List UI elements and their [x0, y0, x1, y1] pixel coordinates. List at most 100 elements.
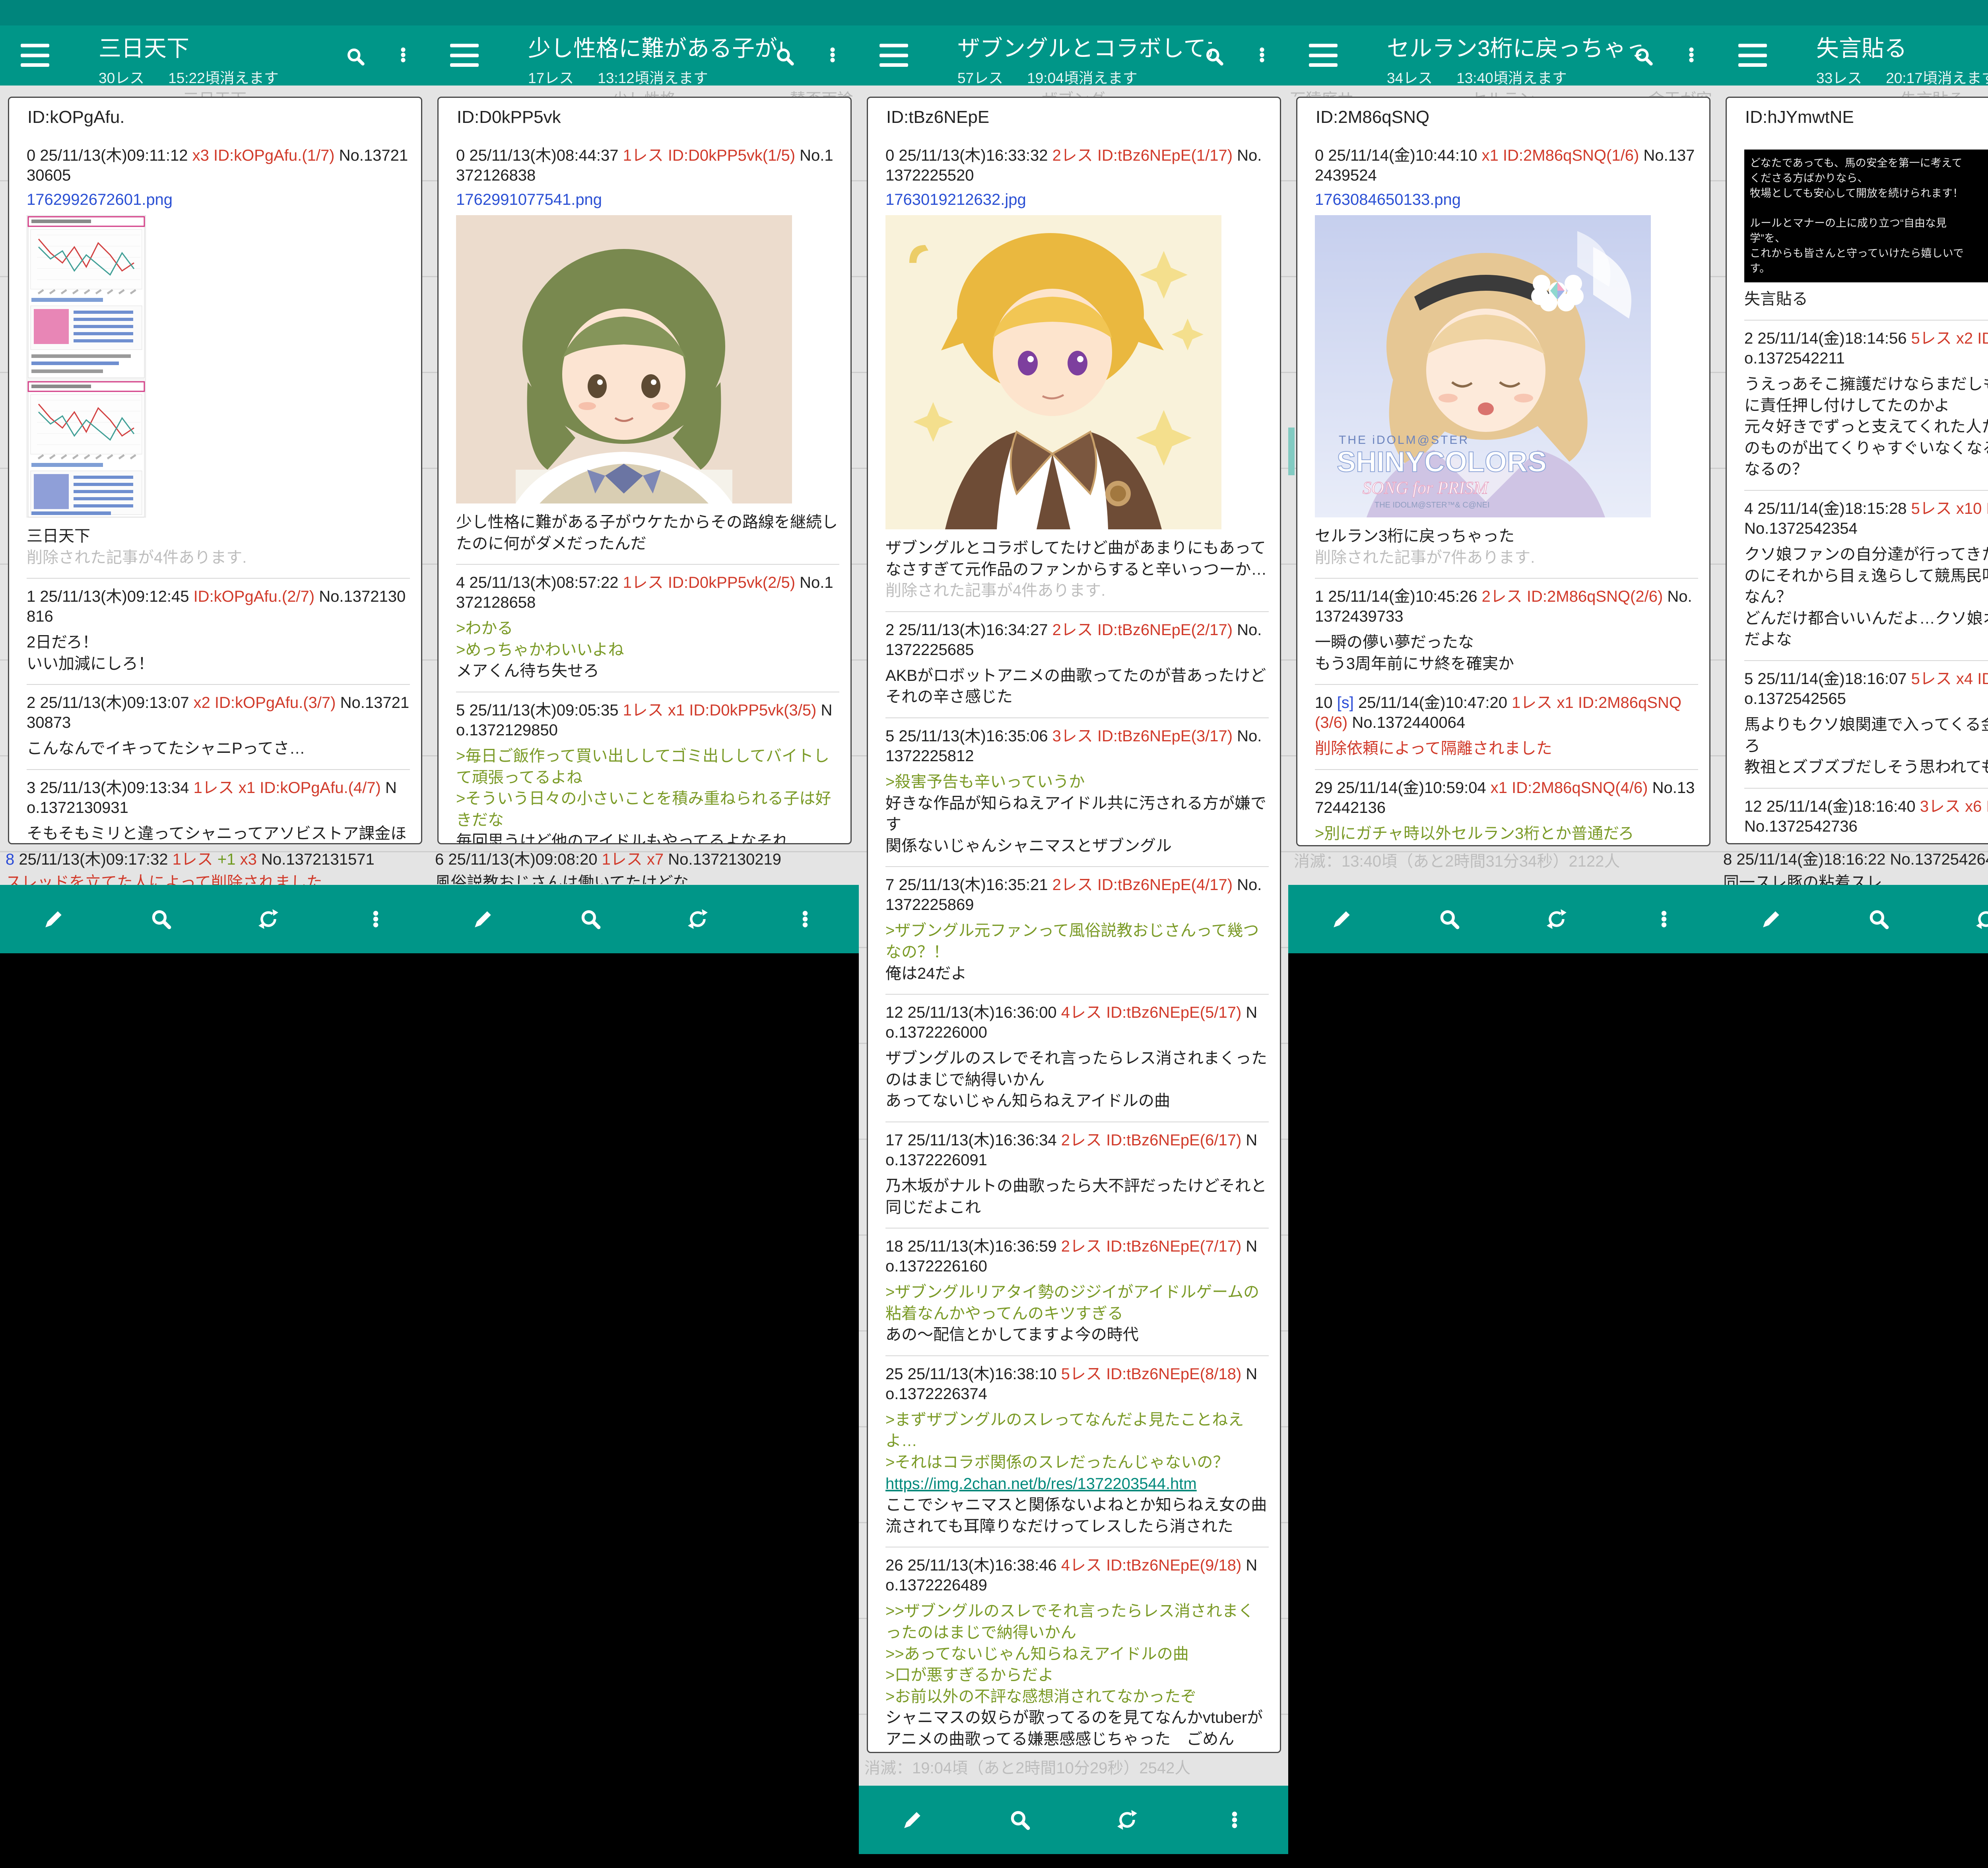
post[interactable]: 4 25/11/13(木)08:57:22 1レス ID:D0kPP5vk(2/… — [456, 564, 839, 692]
post-header-seg: No.1372542736 — [1744, 818, 1858, 835]
search-icon[interactable] — [1007, 1807, 1033, 1833]
post-image-farm-statement[interactable]: どなたであっても、馬の安全を第一に考えてくださる方ばかりなら、牧場としても安心し… — [1744, 150, 1988, 282]
post[interactable]: 0 25/11/14(金)10:44:10 x1 ID:2M86qSNQ(1/6… — [1315, 138, 1698, 578]
post[interactable]: 1 25/11/13(木)09:12:45 ID:kOPgAfu.(2/7) N… — [27, 578, 410, 684]
post-body: >まずザブングルのスレってなんだよ見たことねえよ…>それはコラボ関係のスレだった… — [885, 1409, 1269, 1538]
search-icon[interactable] — [775, 46, 795, 69]
image-text-line: 学”を、 — [1750, 231, 1988, 246]
post[interactable]: 5 25/11/13(木)09:05:35 1レス x1 ID:D0kPP5vk… — [456, 692, 839, 844]
menu-icon[interactable] — [21, 44, 49, 67]
post[interactable]: 5 25/11/13(木)16:35:06 3レス ID:tBz6NEpE(3/… — [885, 717, 1269, 866]
deleted-post-line[interactable]: 同一スレ豚の粘着スレ — [1723, 872, 1988, 885]
more-icon[interactable] — [1252, 45, 1272, 67]
thread-subtitle: 34レス13:40頃消えます — [1387, 66, 1641, 87]
post-header-seg: ID:kOPgAfu.(2/7) — [194, 588, 319, 605]
post[interactable]: どなたであっても、馬の安全を第一に考えてくださる方ばかりなら、牧場としても安心し… — [1744, 138, 1988, 320]
search-icon[interactable] — [1633, 46, 1654, 69]
post-header-seg: ID:tBz6NEpE(7/17) — [1106, 1238, 1246, 1255]
post-header-seg: 2レス — [1052, 147, 1097, 164]
scroll-indicator[interactable] — [1288, 428, 1295, 475]
refresh-icon[interactable] — [1114, 1807, 1140, 1833]
search-icon[interactable] — [578, 906, 603, 932]
post-body-line: >わかる — [456, 618, 839, 640]
compose-icon[interactable] — [41, 906, 66, 932]
post-header-seg: 4 25/11/14(金)18:15:28 — [1744, 500, 1911, 517]
post-image[interactable] — [27, 215, 410, 519]
deleted-post-seg: No.1372130219 — [668, 851, 781, 868]
post[interactable]: 2 25/11/14(金)18:14:56 5レス x2 ID:hJYmwtNE… — [1744, 320, 1988, 490]
compose-icon[interactable] — [1759, 906, 1784, 932]
deleted-post-line[interactable]: スレッドを立てた人によって削除されました — [6, 872, 424, 885]
post[interactable]: 12 25/11/14(金)18:16:40 3レス x6 ID:hJYmwtN… — [1744, 788, 1988, 844]
post[interactable]: 5 25/11/14(金)18:16:07 5レス x4 ID:hJYmwtNE… — [1744, 660, 1988, 788]
deleted-post-seg: スレッドを立てた人によって削除されました — [6, 874, 322, 885]
post-image-girl-green[interactable] — [456, 215, 792, 503]
post-image[interactable] — [456, 215, 839, 505]
more-icon[interactable] — [792, 906, 818, 932]
file-link[interactable]: 1763019212632.jpg — [885, 191, 1026, 209]
menu-icon[interactable] — [879, 44, 908, 67]
refresh-icon[interactable] — [1973, 906, 1988, 932]
deleted-post-line[interactable]: 8 25/11/13(木)09:17:32 1レス +1 x3 No.13721… — [6, 849, 424, 870]
more-icon[interactable] — [363, 906, 388, 932]
post[interactable]: 12 25/11/13(木)16:36:00 4レス ID:tBz6NEpE(5… — [885, 994, 1269, 1122]
post-image[interactable]: THE iDOLM@STERSHINYCOLORSSONG for PRISMT… — [1315, 215, 1698, 519]
post[interactable]: 7 25/11/13(木)16:35:21 2レス ID:tBz6NEpE(4/… — [885, 866, 1269, 994]
more-icon[interactable] — [1681, 45, 1702, 67]
post[interactable]: 2 25/11/13(木)16:34:27 2レス ID:tBz6NEpE(2/… — [885, 611, 1269, 717]
file-link[interactable]: 1763084650133.png — [1315, 191, 1461, 209]
post[interactable]: 0 25/11/13(木)08:44:37 1レス ID:D0kPP5vk(1/… — [456, 138, 839, 564]
refresh-icon[interactable] — [1544, 906, 1569, 932]
deleted-post-line[interactable]: 8 25/11/14(金)18:16:22 No.1372542640 — [1723, 849, 1988, 870]
post-image-boy-blond[interactable] — [885, 215, 1221, 529]
refresh-icon[interactable] — [256, 906, 281, 932]
thread-title-text: 少し性格に難がある子がウケ… — [528, 36, 782, 61]
post-body-line: 2日だろ！ — [27, 632, 410, 653]
background-thread-titles: 失言貼る共食い — [1718, 86, 1988, 97]
file-link[interactable]: 1762992672601.png — [27, 191, 173, 209]
search-icon[interactable] — [1204, 46, 1225, 69]
deleted-post-line[interactable]: 風俗説教おじさんは働いてたけどな — [435, 872, 853, 884]
post[interactable]: 3 25/11/13(木)09:13:34 1レス x1 ID:kOPgAfu.… — [27, 769, 410, 844]
title-box: セルラン3桁に戻っちゃった34レス13:40頃消えます — [1387, 30, 1641, 87]
post-image[interactable] — [885, 215, 1269, 531]
refresh-icon[interactable] — [685, 906, 711, 932]
search-icon[interactable] — [148, 906, 174, 932]
post[interactable]: 2 25/11/13(木)09:13:07 x2 ID:kOPgAfu.(3/7… — [27, 684, 410, 769]
post-image-girl-prism[interactable]: THE iDOLM@STERSHINYCOLORSSONG for PRISMT… — [1315, 215, 1651, 517]
compose-icon[interactable] — [470, 906, 496, 932]
expire-time: 13:12頃消えます — [598, 70, 708, 86]
post-header-seg: 0 25/11/14(金)10:44:10 — [1315, 147, 1482, 164]
menu-icon[interactable] — [1738, 44, 1767, 67]
post[interactable]: 0 25/11/13(木)09:11:12 x3 ID:kOPgAfu.(1/7… — [27, 138, 410, 578]
post[interactable]: 1 25/11/14(金)10:45:26 2レス ID:2M86qSNQ(2/… — [1315, 578, 1698, 684]
compose-icon[interactable] — [900, 1807, 925, 1833]
search-icon[interactable] — [345, 46, 366, 69]
search-icon[interactable] — [1437, 906, 1462, 932]
deleted-post-seg: 同一スレ豚の粘着スレ — [1723, 874, 1882, 885]
compose-icon[interactable] — [1329, 906, 1355, 932]
menu-icon[interactable] — [1309, 44, 1338, 67]
more-icon[interactable] — [393, 45, 414, 67]
deleted-post-line[interactable]: 6 25/11/13(木)09:08:20 1レス x7 No.13721302… — [435, 849, 853, 870]
post[interactable]: 4 25/11/14(金)18:15:28 5レス x10 ID:hJYmwtN… — [1744, 490, 1988, 660]
post[interactable]: 17 25/11/13(木)16:36:34 2レス ID:tBz6NEpE(6… — [885, 1122, 1269, 1228]
more-icon[interactable] — [1651, 906, 1677, 932]
menu-icon[interactable] — [450, 44, 479, 67]
post[interactable]: 25 25/11/13(木)16:38:10 5レス ID:tBz6NEpE(8… — [885, 1355, 1269, 1547]
post-header: 1 25/11/14(金)10:45:26 2レス ID:2M86qSNQ(2/… — [1315, 587, 1698, 626]
post-body: 三日天下削除された記事が4件あります. — [27, 526, 410, 568]
post-image[interactable]: どなたであっても、馬の安全を第一に考えてくださる方ばかりなら、牧場としても安心し… — [1744, 150, 1988, 282]
post[interactable]: 26 25/11/13(木)16:38:46 4レス ID:tBz6NEpE(9… — [885, 1547, 1269, 1753]
post-image-chart[interactable] — [27, 215, 146, 517]
post[interactable]: 29 25/11/14(金)10:59:04 x1 ID:2M86qSNQ(4/… — [1315, 769, 1698, 846]
search-icon[interactable] — [1866, 906, 1891, 932]
post[interactable]: 10 [s] 25/11/14(金)10:47:20 1レス x1 ID:2M8… — [1315, 684, 1698, 769]
more-icon[interactable] — [1222, 1807, 1247, 1833]
more-icon[interactable] — [822, 45, 843, 67]
post[interactable]: 18 25/11/13(木)16:36:59 2レス ID:tBz6NEpE(7… — [885, 1228, 1269, 1355]
post[interactable]: 0 25/11/13(木)16:33:32 2レス ID:tBz6NEpE(1/… — [885, 138, 1269, 611]
post-body-line: AKBがロボットアニメの曲歌ってたのが昔あったけどそれの辛さ感じた — [885, 665, 1269, 708]
text: 賛否両論 — [790, 91, 853, 97]
file-link[interactable]: 1762991077541.png — [456, 191, 602, 209]
